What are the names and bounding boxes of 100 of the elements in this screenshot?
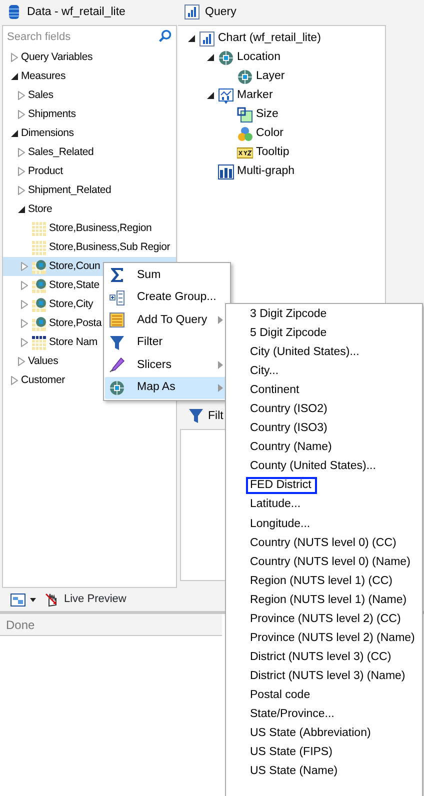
tree-item[interactable]: Store,Business,Region — [3, 219, 176, 238]
dropdown-caret-icon[interactable] — [30, 598, 36, 602]
expand-icon[interactable] — [16, 148, 26, 157]
tree-item[interactable]: Tooltip — [186, 143, 385, 162]
xyz-label-icon — [237, 144, 253, 160]
menu-item[interactable]: City... — [246, 363, 285, 380]
tree-item[interactable]: Product — [3, 162, 176, 181]
expand-icon[interactable] — [19, 338, 29, 347]
grid-icon — [31, 334, 47, 350]
expand-icon[interactable] — [16, 110, 26, 119]
menu-item[interactable]: Filter — [105, 332, 229, 354]
globe-grid-icon — [31, 278, 47, 294]
tree-item[interactable]: Shipments — [3, 105, 176, 124]
menu-item[interactable]: Create Group... — [105, 286, 229, 309]
status-text: Done — [0, 614, 222, 636]
panel-title: Query — [205, 4, 236, 20]
expand-icon[interactable] — [19, 262, 29, 271]
color-balls-icon — [237, 126, 253, 142]
collapse-icon[interactable] — [9, 73, 19, 80]
menu-item[interactable]: District (NUTS level 3) (CC) — [246, 648, 398, 666]
globe-icon — [218, 50, 234, 66]
menu-item[interactable]: US State (Name) — [246, 763, 344, 780]
menu-item[interactable]: Country (NUTS level 0) (CC) — [246, 534, 402, 552]
pen-icon — [109, 357, 125, 374]
collapse-icon[interactable] — [186, 35, 196, 42]
tree-item[interactable]: Color — [186, 124, 385, 143]
menu-item[interactable]: Continent — [246, 382, 306, 400]
database-icon — [6, 4, 22, 20]
panel-title: Data - wf_retail_lite — [27, 4, 126, 20]
globe-icon — [109, 380, 125, 396]
grid-icon — [31, 220, 47, 236]
grid-icon — [31, 240, 47, 256]
tree-item[interactable]: Query Variables — [3, 48, 176, 67]
expand-icon[interactable] — [9, 376, 19, 385]
menu-item[interactable]: US State (FIPS) — [246, 744, 338, 762]
tree-item[interactable]: Size — [186, 105, 385, 124]
collapse-icon[interactable] — [205, 54, 215, 61]
funnel-icon — [188, 408, 204, 424]
tree-item[interactable]: Marker — [186, 86, 385, 105]
search-icon — [158, 29, 172, 44]
menu-item[interactable]: 5 Digit Zipcode — [246, 325, 333, 342]
menu-item[interactable]: US State (Abbreviation) — [246, 725, 377, 742]
expand-icon[interactable] — [19, 300, 29, 309]
menu-item[interactable]: FED District — [246, 477, 318, 494]
expand-icon[interactable] — [16, 186, 26, 195]
menu-item[interactable]: Country (ISO3) — [246, 420, 334, 438]
expand-icon[interactable] — [9, 53, 19, 62]
globe-grid-icon — [31, 296, 47, 312]
tree-item[interactable]: Location — [186, 48, 385, 67]
window-layout-icon — [10, 592, 26, 608]
submenu-arrow-icon — [218, 384, 223, 392]
globe-icon — [237, 68, 253, 84]
menu-item[interactable]: Province (NUTS level 2) (CC) — [246, 610, 407, 628]
tree-item[interactable]: Shipment_Related — [3, 181, 176, 200]
globe-grid-icon — [31, 258, 47, 274]
menu-item[interactable]: Country (NUTS level 0) (Name) — [246, 554, 416, 571]
menu-item[interactable]: 3 Digit Zipcode — [246, 306, 333, 324]
menu-item[interactable]: Postal code — [246, 686, 316, 704]
panel-title: Filt — [208, 409, 224, 424]
menu-item[interactable]: Region (NUTS level 1) (Name) — [246, 592, 413, 609]
tree-item[interactable]: Chart (wf_retail_lite) — [186, 29, 385, 48]
expand-icon[interactable] — [16, 91, 26, 100]
menu-item[interactable]: District (NUTS level 3) (Name) — [246, 668, 412, 685]
expand-icon[interactable] — [19, 281, 29, 290]
group-list-icon — [109, 290, 125, 306]
tree-item[interactable]: Measures — [3, 67, 176, 86]
menu-item[interactable]: Province (NUTS level 2) (Name) — [246, 630, 421, 647]
menu-item[interactable]: Latitude... — [246, 496, 307, 514]
menu-item[interactable]: Country (Name) — [246, 439, 338, 456]
collapse-icon[interactable] — [205, 92, 215, 99]
tree-item[interactable]: Dimensions — [3, 124, 176, 143]
expand-icon[interactable] — [16, 167, 26, 176]
tree-item[interactable]: Layer — [186, 67, 385, 86]
sigma-icon — [109, 267, 125, 284]
expand-icon[interactable] — [19, 319, 29, 328]
menu-item[interactable]: County (United States)... — [246, 458, 382, 476]
tree-item[interactable]: Store — [3, 200, 176, 219]
tree-item[interactable]: Sales — [3, 86, 176, 105]
submenu-arrow-icon — [218, 361, 223, 370]
menu-item[interactable]: City (United States)... — [246, 344, 366, 362]
menu-item[interactable]: State/Province... — [246, 706, 340, 723]
menu-item[interactable]: Country (ISO2) — [246, 401, 334, 418]
funnel-icon — [109, 334, 125, 351]
tree-item[interactable]: Store,Business,Sub Regior — [3, 238, 176, 257]
menu-item[interactable]: Slicers — [105, 354, 229, 376]
tree-item[interactable]: Sales_Related — [3, 143, 176, 162]
marker-chart-icon — [218, 88, 234, 104]
menu-item[interactable]: Longitude... — [246, 516, 316, 533]
collapse-icon[interactable] — [16, 206, 26, 213]
list-icon — [109, 312, 125, 328]
menu-item[interactable]: Region (NUTS level 1) (CC) — [246, 572, 399, 590]
expand-icon[interactable] — [16, 357, 26, 366]
resize-square-icon — [237, 106, 253, 122]
collapse-icon[interactable] — [9, 130, 19, 137]
live-preview-button[interactable]: Live Preview — [44, 591, 126, 608]
multi-bar-icon — [218, 164, 234, 180]
tree-item[interactable]: Multi-graph — [186, 162, 385, 181]
bar-chart-icon — [199, 30, 215, 46]
submenu-arrow-icon — [218, 316, 223, 324]
menu-item[interactable]: Add To Query — [105, 309, 229, 332]
